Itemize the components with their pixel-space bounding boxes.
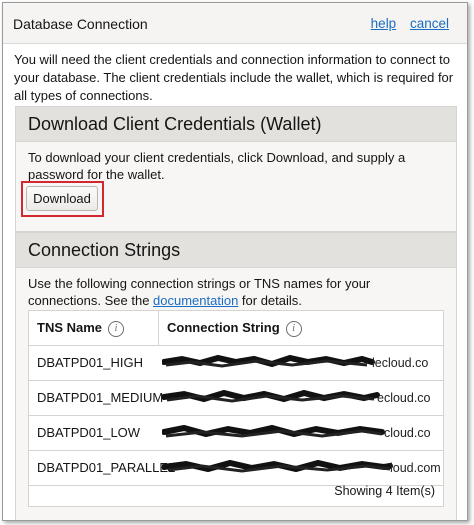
download-credentials-heading: Download Client Credentials (Wallet) <box>16 107 456 142</box>
column-divider <box>158 311 159 345</box>
connection-string-cell[interactable]: ecloud.co <box>162 381 443 415</box>
tns-name-cell: DBATPD01_HIGH <box>37 355 143 370</box>
tns-name-cell: DBATPD01_PARALLEL <box>37 460 176 475</box>
connection-string-suffix: lecloud.co <box>372 356 429 370</box>
cancel-link[interactable]: cancel <box>410 16 449 31</box>
connection-string-suffix: ecloud.co <box>377 391 431 405</box>
column-header-connection-string: Connection String i <box>167 311 302 345</box>
download-credentials-text: To download your client credentials, cli… <box>28 150 406 182</box>
table-row: DBATPD01_LOW cloud.co <box>29 416 443 451</box>
connection-string-suffix: loud.com <box>390 461 441 475</box>
table-row: DBATPD01_MEDIUM ecloud.co <box>29 381 443 416</box>
column-header-connection-string-label: Connection String <box>167 320 280 335</box>
help-link[interactable]: help <box>371 16 397 31</box>
documentation-link[interactable]: documentation <box>153 293 238 308</box>
download-credentials-panel: Download Client Credentials (Wallet) To … <box>15 106 457 232</box>
connection-string-cell[interactable]: loud.com <box>162 451 443 485</box>
column-header-tns-name: TNS Name i <box>37 311 125 345</box>
connection-strings-table: TNS Name i Connection String i DBATPD01_HI… <box>28 310 444 507</box>
connection-string-cell[interactable]: lecloud.co <box>162 346 443 380</box>
download-button[interactable]: Download <box>26 186 98 211</box>
table-footer-count: Showing 4 Item(s) <box>334 484 435 498</box>
connection-strings-text: Use the following connection strings or … <box>28 275 446 309</box>
connection-strings-panel: Connection Strings Use the following con… <box>15 232 457 520</box>
table-row: DBATPD01_HIGH lecloud.co <box>29 346 443 381</box>
info-icon[interactable]: i <box>108 320 125 337</box>
header-links: help cancel <box>361 16 449 31</box>
info-icon[interactable]: i <box>285 320 302 337</box>
dialog-title: Database Connection <box>13 16 148 32</box>
column-header-tns-name-label: TNS Name <box>37 320 103 335</box>
intro-text: You will need the client credentials and… <box>14 52 454 103</box>
connection-strings-text-after: for details. <box>238 293 302 308</box>
table-header: TNS Name i Connection String i <box>29 311 443 346</box>
dialog-header: Database Connection help cancel <box>3 3 467 44</box>
table-row: DBATPD01_PARALLEL loud.com <box>29 451 443 486</box>
connection-string-cell[interactable]: cloud.co <box>162 416 443 450</box>
tns-name-cell: DBATPD01_MEDIUM <box>37 390 164 405</box>
tns-name-cell: DBATPD01_LOW <box>37 425 141 440</box>
connection-string-suffix: cloud.co <box>384 426 431 440</box>
database-connection-dialog: Database Connection help cancel You will… <box>2 2 468 521</box>
connection-strings-heading: Connection Strings <box>16 233 456 268</box>
